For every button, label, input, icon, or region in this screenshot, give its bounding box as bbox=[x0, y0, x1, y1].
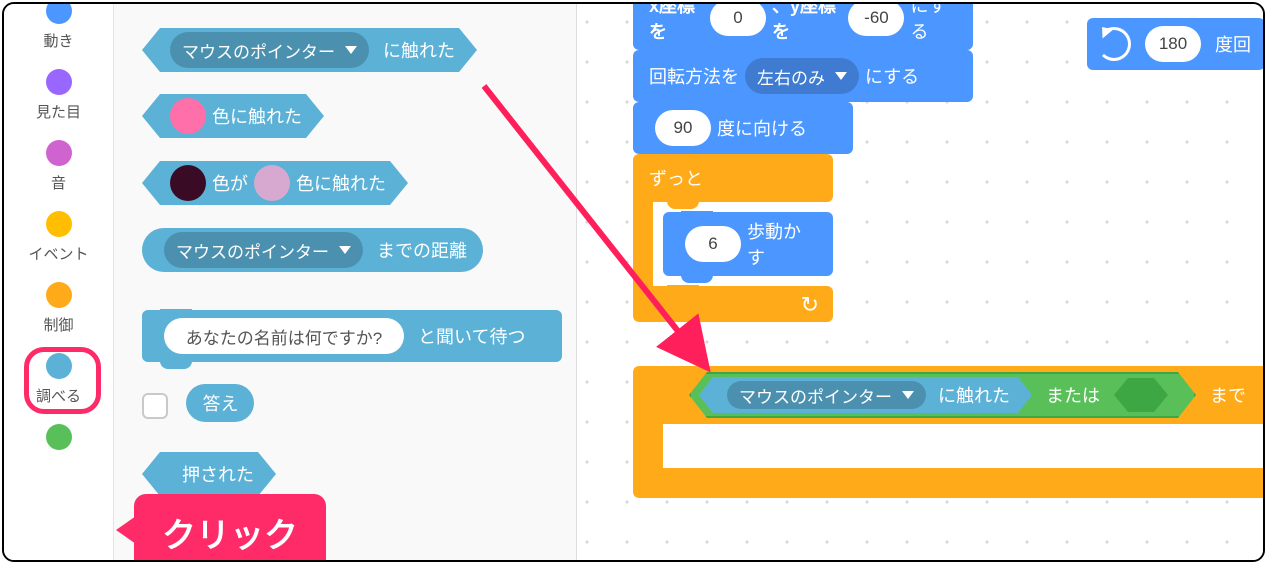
category-label: 見た目 bbox=[36, 101, 81, 122]
category-events[interactable]: イベント bbox=[4, 203, 113, 274]
distance-to-block[interactable]: マウスのポインター までの距離 bbox=[142, 228, 576, 272]
touching-menu[interactable]: マウスのポインター bbox=[727, 381, 926, 409]
events-dot-icon bbox=[46, 211, 72, 237]
color-swatch-icon[interactable] bbox=[254, 165, 290, 201]
touching-color-suffix: 色に触れた bbox=[212, 103, 302, 129]
turn-value-input[interactable]: 180 bbox=[1145, 26, 1201, 62]
or-label: または bbox=[1046, 382, 1100, 408]
color-suffix-label: 色に触れた bbox=[296, 170, 386, 196]
point-value-input[interactable]: 90 bbox=[655, 110, 711, 146]
touching-block[interactable]: マウスのポインター に触れた bbox=[142, 28, 576, 72]
until-tail: まで bbox=[1210, 382, 1246, 408]
empty-bool-slot[interactable] bbox=[1114, 378, 1168, 412]
color-swatch-icon[interactable] bbox=[170, 98, 206, 134]
category-sensing[interactable]: 調べる bbox=[4, 345, 113, 416]
cw-arrow-icon bbox=[1097, 27, 1131, 61]
move-suffix: 歩動かす bbox=[747, 218, 817, 270]
category-motion[interactable]: 動き bbox=[4, 8, 113, 61]
motion-dot-icon bbox=[46, 2, 72, 24]
color-touching-color-block[interactable]: 色が 色に触れた bbox=[142, 161, 576, 206]
category-control[interactable]: 制御 bbox=[4, 274, 113, 345]
category-label: イベント bbox=[28, 243, 88, 264]
repeat-until-block[interactable]: マウスのポインター に触れた または まで bbox=[633, 366, 1263, 498]
rotstyle-menu[interactable]: 左右のみ bbox=[745, 58, 859, 94]
touching-block-nested: マウスのポインター に触れた bbox=[699, 377, 1032, 413]
category-strip: 動き 見た目 音 イベント 制御 調べる bbox=[4, 4, 114, 560]
goto-x-input[interactable]: 0 bbox=[710, 2, 766, 36]
forever-block[interactable]: ずっと 6 歩動かす ↻ bbox=[633, 154, 833, 322]
or-operator-block[interactable]: マウスのポインター に触れた または bbox=[689, 372, 1196, 418]
color-mid-label: 色が bbox=[212, 170, 248, 196]
block-palette: マウスのポインター に触れた 色に触れた 色が 色に触れた マウスのポインタ bbox=[114, 4, 577, 560]
answer-reporter[interactable]: 答え bbox=[186, 384, 254, 422]
rotstyle-prefix: 回転方法を bbox=[649, 63, 739, 89]
touching-suffix: に触れた bbox=[383, 37, 455, 63]
distance-suffix: までの距離 bbox=[377, 237, 467, 263]
touching-menu[interactable]: マウスのポインター bbox=[170, 32, 369, 68]
point-suffix: 度に向ける bbox=[717, 115, 807, 141]
move-value-input[interactable]: 6 bbox=[685, 226, 741, 262]
answer-row: 答え bbox=[142, 384, 576, 422]
motion-stack[interactable]: x座標を 0 、y座標を -60 にする 回転方法を 左右のみ にする 90 度… bbox=[633, 2, 973, 322]
operators-dot-icon bbox=[46, 424, 72, 450]
click-callout: クリック bbox=[134, 494, 326, 562]
sensing-dot-icon bbox=[46, 353, 72, 379]
color-swatch-icon[interactable] bbox=[170, 165, 206, 201]
script-canvas[interactable]: x座標を 0 、y座標を -60 にする 回転方法を 左右のみ にする 90 度… bbox=[577, 4, 1263, 560]
distance-menu[interactable]: マウスのポインター bbox=[164, 232, 363, 268]
rotstyle-suffix: にする bbox=[865, 63, 919, 89]
control-dot-icon bbox=[46, 282, 72, 308]
goto-mid: 、y座標を bbox=[772, 2, 842, 44]
sound-dot-icon bbox=[46, 140, 72, 166]
category-label: 音 bbox=[51, 172, 66, 193]
app-viewport: 動き 見た目 音 イベント 制御 調べる bbox=[2, 2, 1265, 562]
goto-suffix: にする bbox=[910, 2, 957, 44]
category-label: 調べる bbox=[36, 385, 81, 406]
looks-dot-icon bbox=[46, 69, 72, 95]
turn-cw-block[interactable]: 180 度回 bbox=[1087, 18, 1265, 70]
goto-y-input[interactable]: -60 bbox=[848, 2, 904, 36]
answer-monitor-checkbox[interactable] bbox=[142, 393, 168, 419]
category-operators[interactable] bbox=[4, 416, 113, 456]
category-label: 制御 bbox=[43, 314, 73, 335]
key-pressed-block[interactable]: xx 押された bbox=[142, 452, 576, 496]
key-pressed-suffix: 押された bbox=[182, 461, 254, 487]
category-looks[interactable]: 見た目 bbox=[4, 61, 113, 132]
category-sound[interactable]: 音 bbox=[4, 132, 113, 203]
touching-color-block[interactable]: 色に触れた bbox=[142, 94, 576, 139]
ask-block[interactable]: あなたの名前は何ですか? と聞いて待つ bbox=[142, 310, 576, 362]
ask-suffix: と聞いて待つ bbox=[418, 323, 525, 349]
turn-suffix: 度回 bbox=[1215, 31, 1251, 57]
forever-label: ずっと bbox=[649, 165, 703, 191]
loop-arrow-icon: ↻ bbox=[801, 292, 819, 318]
goto-prefix: x座標を bbox=[649, 2, 704, 44]
touching-suffix: に触れた bbox=[938, 382, 1010, 408]
ask-question-input[interactable]: あなたの名前は何ですか? bbox=[164, 318, 404, 354]
category-label: 動き bbox=[43, 30, 73, 51]
move-block[interactable]: 6 歩動かす bbox=[663, 212, 833, 276]
